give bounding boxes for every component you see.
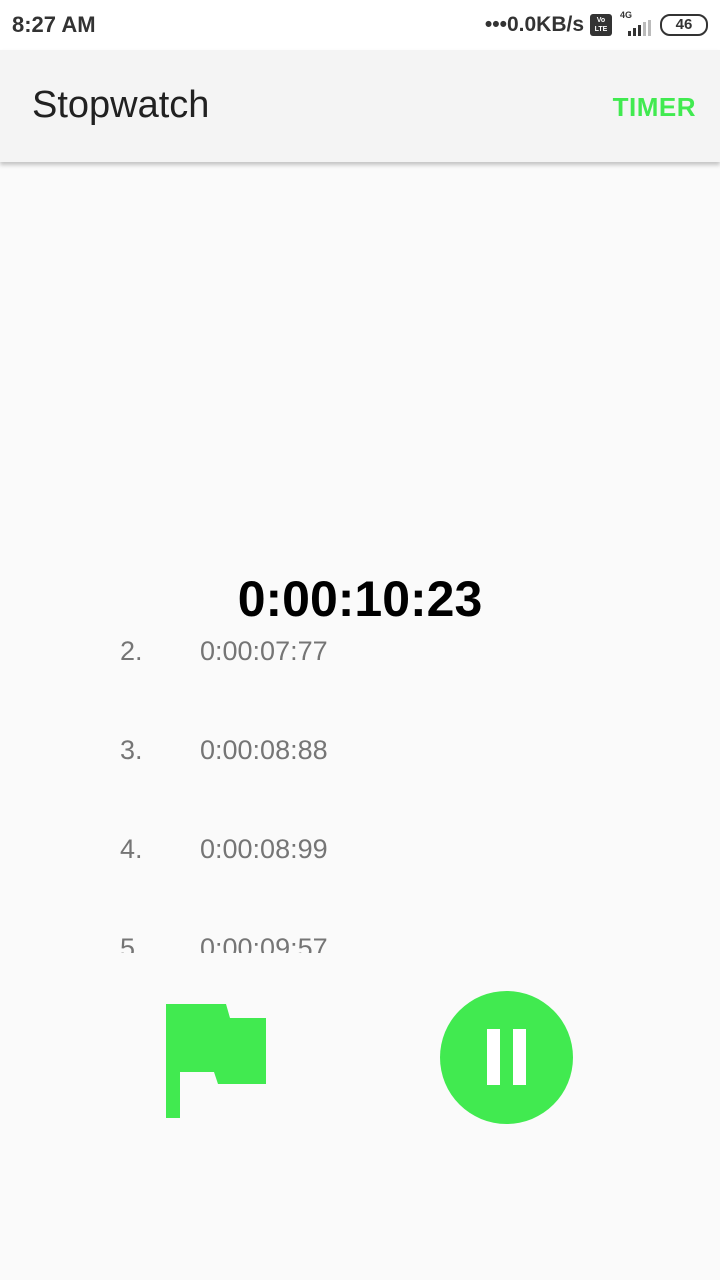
pause-bar-left: [487, 1029, 500, 1085]
battery-icon: 46: [660, 14, 708, 36]
page-title: Stopwatch: [32, 84, 210, 126]
lap-time: 0:00:07:77: [200, 640, 328, 666]
volte-bottom-label: LTE: [594, 26, 608, 33]
lap-time: 0:00:09:57: [200, 933, 328, 953]
lap-list-content: 2. 0:00:07:77 3. 0:00:08:88 4. 0:00:08:99 5. 0:…: [0, 640, 720, 953]
lap-row: 5. 0:00:09:57: [0, 905, 720, 953]
lap-time: 0:00:08:88: [200, 735, 328, 765]
lap-row: 3. 0:00:08:88: [0, 707, 720, 806]
flag-icon: [166, 1004, 266, 1118]
lap-index: 2.: [120, 640, 143, 666]
status-time: 8:27 AM: [12, 12, 96, 37]
app-bar: Stopwatch TIMER: [0, 50, 720, 162]
signal-icon: 4G: [618, 10, 654, 38]
lap-list[interactable]: 2. 0:00:07:77 3. 0:00:08:88 4. 0:00:08:99 5. 0:…: [0, 640, 720, 953]
lap-row: 4. 0:00:08:99: [0, 806, 720, 905]
volte-icon: Vo LTE: [590, 14, 612, 36]
status-bar: 8:27 AM •••0.0KB/s Vo LTE 4G 46: [0, 0, 720, 50]
pause-bar-right: [513, 1029, 526, 1085]
elapsed-time-display: 0:00:10:23: [237, 571, 483, 627]
lap-index: 4.: [120, 834, 143, 864]
lap-time: 0:00:08:99: [200, 834, 328, 864]
network-type: 4G: [620, 10, 633, 20]
network-speed: •••0.0KB/s: [484, 13, 584, 36]
lap-index: 5.: [120, 933, 143, 953]
lap-row: 2. 0:00:07:77: [0, 640, 720, 707]
timer-tab-button[interactable]: TIMER: [613, 92, 696, 123]
pause-button[interactable]: [440, 991, 573, 1124]
lap-index: 3.: [120, 735, 143, 765]
lap-button[interactable]: [160, 998, 272, 1122]
signal-bars-icon: [628, 20, 651, 36]
status-icons: •••0.0KB/s Vo LTE 4G 46: [485, 10, 708, 40]
volte-top-label: Vo: [596, 17, 606, 24]
